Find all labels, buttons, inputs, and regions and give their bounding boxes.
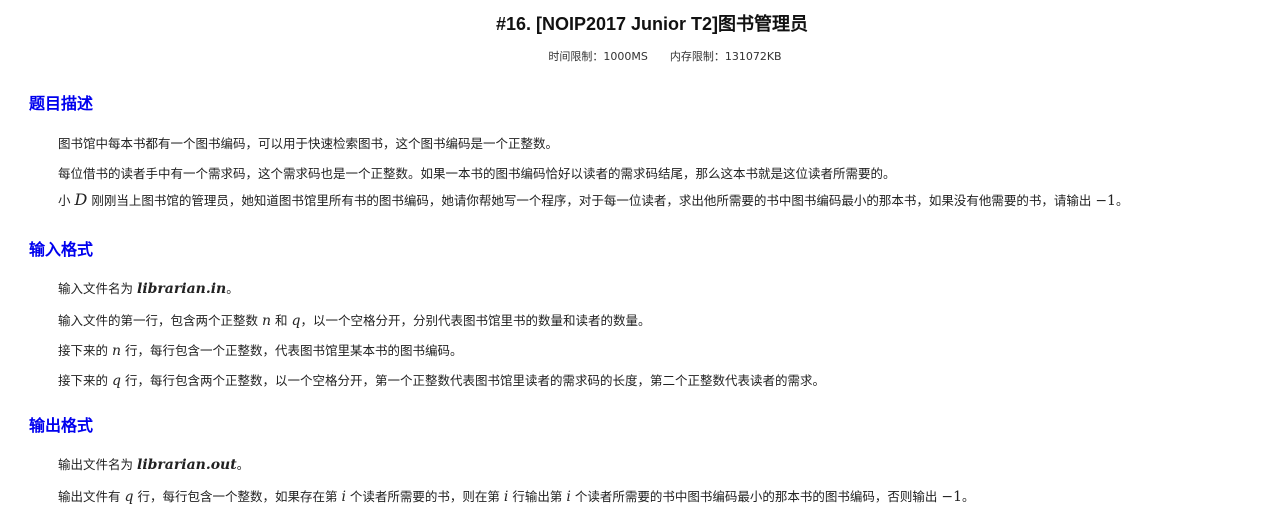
output-p2-text-b: 行，每行包含一个整数，如果存在第 bbox=[137, 489, 338, 504]
description-paragraph-3: 小 D 刚刚当上图书馆的管理员，她知道图书馆里所有书的图书编码，她请你帮她写一个… bbox=[58, 190, 1128, 209]
input-paragraph-4: 接下来的 q 行，每行包含两个正整数，以一个空格分开，第一个正整数代表图书馆里读… bbox=[58, 370, 825, 389]
description-paragraph-1: 图书馆中每本书都有一个图书编码，可以用于快速检索图书，这个图书编码是一个正整数。 bbox=[58, 136, 559, 151]
output-paragraph-2: 输出文件有 q 行，每行包含一个整数，如果存在第 i 个读者所需要的书，则在第 … bbox=[58, 486, 975, 505]
input-p2-text-a: 输入文件的第一行，包含两个正整数 bbox=[58, 313, 259, 328]
input-p4-text-a: 接下来的 bbox=[58, 373, 109, 388]
p3-end: 。 bbox=[1115, 193, 1129, 208]
input-p2-text-c: ，以一个空格分开，分别代表图书馆里书的数量和读者的数量。 bbox=[300, 313, 651, 328]
problem-page: #16. [NOIP2017 Junior T2]图书管理员 时间限制：1000… bbox=[0, 0, 1279, 518]
math-minus-one: −1 bbox=[1095, 193, 1116, 209]
math-var-q: q bbox=[112, 373, 121, 389]
input-filename: librarian.in bbox=[137, 281, 227, 297]
output-p2-text-d: 行输出第 bbox=[512, 489, 563, 504]
math-var-d: D bbox=[74, 190, 88, 209]
input-paragraph-3: 接下来的 n 行，每行包含一个正整数，代表图书馆里某本书的图书编码。 bbox=[58, 340, 463, 359]
output-p2-end: 。 bbox=[962, 489, 975, 504]
memory-limit: 内存限制：131072KB bbox=[669, 50, 782, 63]
input-heading[interactable]: 输入格式 bbox=[29, 236, 93, 260]
time-limit: 时间限制：1000MS bbox=[548, 50, 648, 63]
math-var-i: i bbox=[341, 489, 346, 505]
input-p3-text-a: 接下来的 bbox=[58, 343, 109, 358]
limits-bar: 时间限制：1000MS 内存限制：131072KB bbox=[0, 48, 1279, 64]
output-p2-text-a: 输出文件有 bbox=[58, 489, 121, 504]
output-paragraph-1: 输出文件名为 librarian.out。 bbox=[58, 454, 249, 473]
output-heading[interactable]: 输出格式 bbox=[29, 412, 93, 436]
input-file-prefix: 输入文件名为 bbox=[58, 281, 134, 296]
output-file-prefix: 输出文件名为 bbox=[58, 457, 134, 472]
math-var-n: n bbox=[112, 343, 122, 359]
math-var-n: n bbox=[262, 313, 272, 329]
input-paragraph-2: 输入文件的第一行，包含两个正整数 n 和 q，以一个空格分开，分别代表图书馆里书… bbox=[58, 310, 651, 329]
p3-prefix: 小 bbox=[58, 193, 71, 208]
output-file-end: 。 bbox=[236, 457, 250, 472]
input-p3-text-b: 行，每行包含一个正整数，代表图书馆里某本书的图书编码。 bbox=[125, 343, 463, 358]
input-p2-text-b: 和 bbox=[275, 313, 288, 328]
input-p4-text-b: 行，每行包含两个正整数，以一个空格分开，第一个正整数代表图书馆里读者的需求码的长… bbox=[124, 373, 825, 388]
output-p2-text-c: 个读者所需要的书，则在第 bbox=[349, 489, 500, 504]
output-p2-text-e: 个读者所需要的书中图书编码最小的那本书的图书编码，否则输出 bbox=[574, 489, 938, 504]
description-heading[interactable]: 题目描述 bbox=[29, 90, 93, 114]
math-var-i: i bbox=[566, 489, 571, 505]
output-filename: librarian.out bbox=[137, 457, 237, 473]
math-var-q: q bbox=[124, 489, 134, 505]
math-minus-one: −1 bbox=[941, 489, 962, 505]
problem-title: #16. [NOIP2017 Junior T2]图书管理员 bbox=[495, 14, 809, 34]
input-file-end: 。 bbox=[226, 281, 239, 296]
description-paragraph-2: 每位借书的读者手中有一个需求码，这个需求码也是一个正整数。如果一本书的图书编码恰… bbox=[58, 166, 896, 181]
math-var-i: i bbox=[503, 489, 509, 505]
p3-text: 刚刚当上图书馆的管理员，她知道图书馆里所有书的图书编码，她请你帮她写一个程序，对… bbox=[91, 193, 1092, 208]
input-paragraph-1: 输入文件名为 librarian.in。 bbox=[58, 278, 239, 297]
